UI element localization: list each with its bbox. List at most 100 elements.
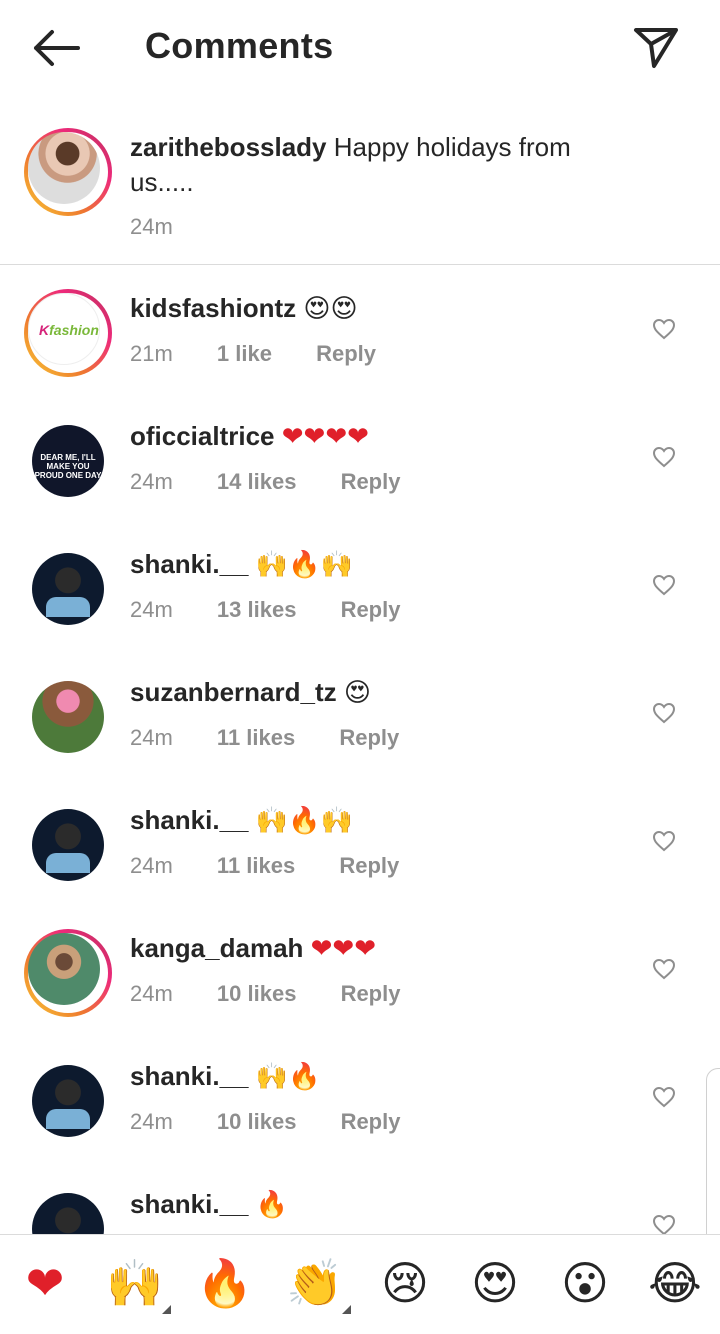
like-button[interactable] <box>652 830 676 852</box>
comment-meta: 24m 11 likes Reply <box>130 853 437 879</box>
comment-time: 24m <box>130 853 173 878</box>
emoji-heart-eyes-button[interactable]: 😍 <box>465 1253 525 1313</box>
comment-likes[interactable]: 11 likes <box>217 853 295 878</box>
comment-body: 🙌🔥🙌 <box>255 806 353 836</box>
comment-text: kanga_damah ❤❤❤ <box>130 931 376 967</box>
comment-body: 🔥 <box>255 1190 289 1220</box>
comment-body: 😍 <box>343 678 371 708</box>
comment-time: 24m <box>130 981 173 1006</box>
reply-button[interactable]: Reply <box>341 469 401 494</box>
back-arrow-icon <box>34 30 80 66</box>
like-button[interactable] <box>652 574 676 596</box>
comment-text: kidsfashiontz 😍😍 <box>130 291 358 327</box>
comment-time: 24m <box>130 1109 173 1134</box>
emoji-fire-button[interactable]: 🔥 <box>195 1253 255 1313</box>
like-button[interactable] <box>652 446 676 468</box>
avatar[interactable] <box>32 809 104 881</box>
logo-mark: Kfashion <box>39 322 99 338</box>
comment-body: 🙌🔥 <box>255 1062 321 1092</box>
caption-time: 24m <box>130 214 173 239</box>
like-button[interactable] <box>652 1214 676 1236</box>
reply-button[interactable]: Reply <box>341 1109 401 1134</box>
comment-text: suzanbernard_tz 😍 <box>130 675 371 711</box>
heart-outline-icon <box>652 446 676 468</box>
avatar-caption: DEAR ME, I'LL MAKE YOU PROUD ONE DAY <box>34 453 102 480</box>
emoji-crying-button[interactable]: 😢 <box>375 1253 435 1313</box>
avatar[interactable] <box>24 128 112 216</box>
comment-meta: 21m 1 like Reply <box>130 341 414 367</box>
emoji-heart-button[interactable]: ❤ <box>15 1253 75 1313</box>
page-title: Comments <box>145 25 334 66</box>
caption-text: zarithebosslady Happy holidays from <box>130 130 571 165</box>
heart-outline-icon <box>652 1214 676 1236</box>
header-bar: Comments <box>0 0 720 96</box>
comment-username[interactable]: shanki.__ <box>130 1189 249 1219</box>
heart-outline-icon <box>652 318 676 340</box>
avatar[interactable] <box>32 1065 104 1137</box>
comment-meta: 24m 10 likes Reply <box>130 1109 438 1135</box>
avatar[interactable]: Kfashion <box>24 289 112 377</box>
heart-outline-icon <box>652 574 676 596</box>
comment-username[interactable]: shanki.__ <box>130 549 249 579</box>
comment-body: ❤❤❤❤ <box>281 422 369 452</box>
avatar[interactable] <box>32 681 104 753</box>
avatar[interactable]: DEAR ME, I'LL MAKE YOU PROUD ONE DAY <box>32 425 104 497</box>
avatar[interactable] <box>32 553 104 625</box>
like-button[interactable] <box>652 958 676 980</box>
comment-meta: 24m 10 likes Reply <box>130 981 438 1007</box>
emoji-surprised-button[interactable]: 😮 <box>555 1253 615 1313</box>
heart-outline-icon <box>652 830 676 852</box>
skin-tone-indicator-icon <box>162 1305 171 1314</box>
comment-meta: 24m 13 likes Reply <box>130 597 438 623</box>
comment-meta: 24m 11 likes Reply <box>130 725 437 751</box>
emoji-laughing-button[interactable]: 😂 <box>645 1253 705 1313</box>
comment-username[interactable]: shanki.__ <box>130 1061 249 1091</box>
send-icon <box>634 28 678 68</box>
avatar[interactable] <box>24 929 112 1017</box>
share-button[interactable] <box>630 24 682 72</box>
caption-username[interactable]: zarithebosslady <box>130 132 327 162</box>
comment-likes[interactable]: 1 like <box>217 341 272 366</box>
comment-text: shanki.__ 🔥 <box>130 1187 288 1223</box>
emoji-clap-button[interactable]: 👏 <box>285 1253 345 1313</box>
reply-button[interactable]: Reply <box>316 341 376 366</box>
caption-body: Happy holidays from <box>333 132 571 162</box>
comment-likes[interactable]: 10 likes <box>217 1109 297 1134</box>
comment-body: 😍😍 <box>303 294 358 324</box>
comment-meta: 24m 14 likes Reply <box>130 469 438 495</box>
comment-likes[interactable]: 11 likes <box>217 725 295 750</box>
like-button[interactable] <box>652 1086 676 1108</box>
heart-outline-icon <box>652 702 676 724</box>
reply-button[interactable]: Reply <box>339 853 399 878</box>
comment-text: shanki.__ 🙌🔥 <box>130 1059 321 1095</box>
comment-likes[interactable]: 10 likes <box>217 981 297 1006</box>
comment-body: ❤❤❤ <box>310 934 376 964</box>
comment-username[interactable]: suzanbernard_tz <box>130 677 337 707</box>
like-button[interactable] <box>652 318 676 340</box>
post-caption: zarithebosslady Happy holidays from us..… <box>0 110 720 264</box>
comment-username[interactable]: kanga_damah <box>130 933 303 963</box>
skin-tone-indicator-icon <box>342 1305 351 1314</box>
comment-text: shanki.__ 🙌🔥🙌 <box>130 803 353 839</box>
comment-time: 24m <box>130 469 173 494</box>
reply-button[interactable]: Reply <box>341 981 401 1006</box>
comment-text: shanki.__ 🙌🔥🙌 <box>130 547 353 583</box>
caption-text-line2: us..... <box>130 167 194 197</box>
comment-likes[interactable]: 14 likes <box>217 469 297 494</box>
comment-likes[interactable]: 13 likes <box>217 597 297 622</box>
heart-outline-icon <box>652 958 676 980</box>
heart-outline-icon <box>652 1086 676 1108</box>
comment-text: oficcialtrice ❤❤❤❤ <box>130 419 369 455</box>
reply-button[interactable]: Reply <box>339 725 399 750</box>
comment-username[interactable]: shanki.__ <box>130 805 249 835</box>
emoji-raised-hands-button[interactable]: 🙌 <box>105 1253 165 1313</box>
comment-time: 21m <box>130 341 173 366</box>
back-button[interactable] <box>30 26 82 70</box>
emoji-reaction-bar: ❤ 🙌 🔥 👏 😢 😍 😮 😂 <box>0 1234 720 1334</box>
comment-body: 🙌🔥🙌 <box>255 550 353 580</box>
comment-username[interactable]: kidsfashiontz <box>130 293 296 323</box>
comment-time: 24m <box>130 597 173 622</box>
reply-button[interactable]: Reply <box>341 597 401 622</box>
like-button[interactable] <box>652 702 676 724</box>
comment-username[interactable]: oficcialtrice <box>130 421 275 451</box>
